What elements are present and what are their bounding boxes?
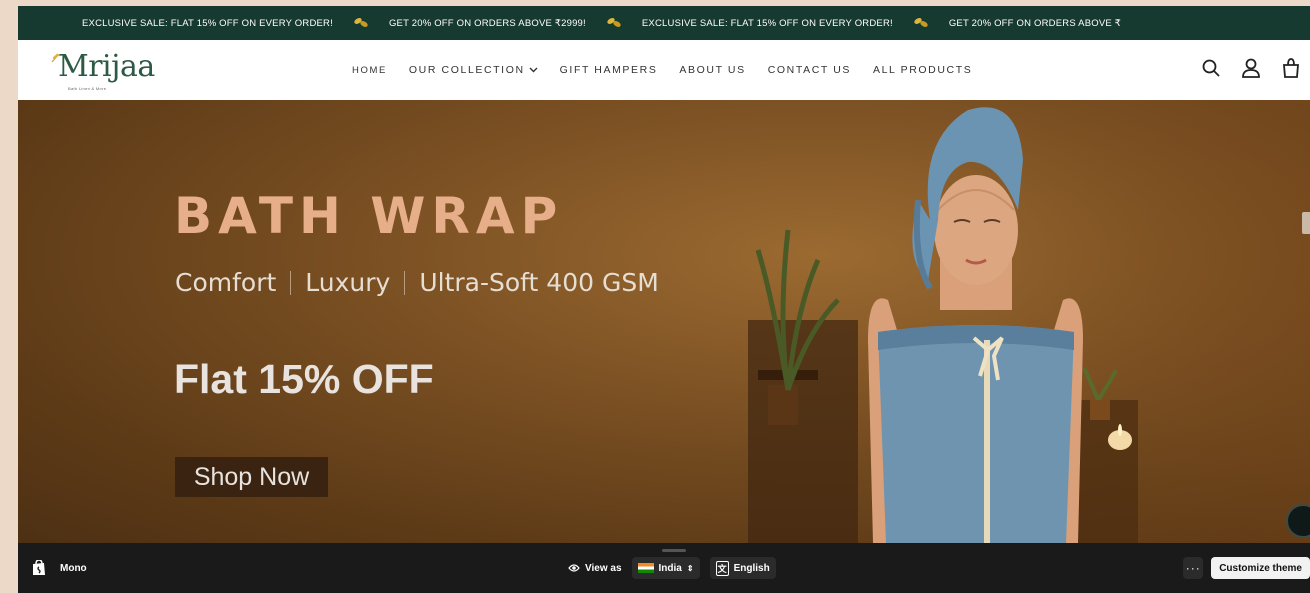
- hero-offer: Flat 15% OFF: [174, 356, 434, 402]
- more-options-button[interactable]: ···: [1183, 557, 1204, 579]
- announcement-message: GET 20% OFF ON ORDERS ABOVE ₹: [948, 17, 1121, 29]
- admin-actions: ··· Customize theme: [1183, 557, 1310, 579]
- drag-handle[interactable]: [662, 549, 686, 552]
- subtitle-luxury: Luxury: [305, 268, 391, 297]
- announcement-message: EXCLUSIVE SALE: FLAT 15% OFF ON EVERY OR…: [82, 17, 333, 29]
- leaf-icon: [606, 16, 622, 30]
- hero-title: BATH WRAP: [174, 187, 564, 245]
- logo-wordmark: Mrijaa: [58, 49, 155, 84]
- announcement-message: EXCLUSIVE SALE: FLAT 15% OFF ON EVERY OR…: [641, 17, 893, 29]
- nav-about-us[interactable]: ABOUT US: [679, 64, 745, 76]
- leaf-icon: [913, 16, 929, 30]
- nav-label: OUR COLLECTION: [408, 64, 525, 76]
- hero-model-image: [748, 107, 1138, 543]
- logo-tagline: Bath Linen & More: [68, 86, 107, 91]
- customize-theme-button[interactable]: Customize theme: [1211, 557, 1310, 579]
- site-header: Mrijaa Bath Linen & More HOME OUR COLLEC…: [18, 40, 1310, 100]
- cart-icon[interactable]: [1280, 56, 1302, 80]
- subtitle-gsm: Ultra-Soft 400 GSM: [419, 268, 659, 297]
- eye-icon: [568, 564, 580, 572]
- leaf-icon: [353, 16, 369, 30]
- translate-icon: 文: [715, 560, 729, 576]
- site-logo[interactable]: Mrijaa Bath Linen & More: [48, 48, 168, 94]
- shop-now-button[interactable]: Shop Now: [175, 457, 328, 497]
- subtitle-divider: [404, 270, 406, 295]
- nav-all-products[interactable]: ALL PRODUCTS: [873, 64, 972, 76]
- hero-banner: BATH WRAP Comfort Luxury Ultra-Soft 400 …: [18, 100, 1310, 543]
- language-label: English: [733, 562, 770, 574]
- account-icon[interactable]: [1240, 56, 1262, 80]
- nav-home[interactable]: HOME: [352, 65, 387, 76]
- slide-next-arrow[interactable]: [1302, 212, 1310, 234]
- store-name: Mono: [60, 562, 87, 574]
- storefront-frame: EXCLUSIVE SALE: FLAT 15% OFF ON EVERY OR…: [18, 6, 1310, 593]
- nav-gift-hampers[interactable]: GIFT HAMPERS: [560, 64, 658, 76]
- main-nav: HOME OUR COLLECTION GIFT HAMPERS ABOUT U…: [352, 40, 972, 100]
- search-icon[interactable]: [1200, 56, 1222, 80]
- announcement-message: GET 20% OFF ON ORDERS ABOVE ₹2999!: [388, 17, 586, 29]
- store-switcher[interactable]: Mono: [32, 560, 87, 576]
- subtitle-comfort: Comfort: [175, 268, 277, 297]
- hero-subtitle: Comfort Luxury Ultra-Soft 400 GSM: [175, 268, 659, 297]
- country-label: India: [658, 562, 682, 574]
- announcement-bar: EXCLUSIVE SALE: FLAT 15% OFF ON EVERY OR…: [18, 6, 1310, 40]
- view-as[interactable]: View as: [568, 563, 622, 574]
- header-icons: [1200, 56, 1302, 80]
- india-flag-icon: [637, 563, 654, 573]
- nav-contact-us[interactable]: CONTACT US: [768, 64, 851, 76]
- language-select[interactable]: 文 English: [709, 557, 776, 579]
- view-as-label: View as: [585, 562, 622, 574]
- nav-our-collection[interactable]: OUR COLLECTION: [409, 64, 538, 76]
- updown-icon: ⇕: [686, 563, 694, 573]
- country-select[interactable]: India ⇕: [631, 557, 700, 579]
- shopify-preview-bar: Mono View as India ⇕ 文 English ··· Custo…: [18, 543, 1310, 593]
- chevron-down-icon: [529, 67, 538, 73]
- subtitle-divider: [290, 270, 292, 295]
- shopify-bag-icon: [33, 560, 45, 575]
- preview-controls: View as India ⇕ 文 English: [568, 557, 776, 579]
